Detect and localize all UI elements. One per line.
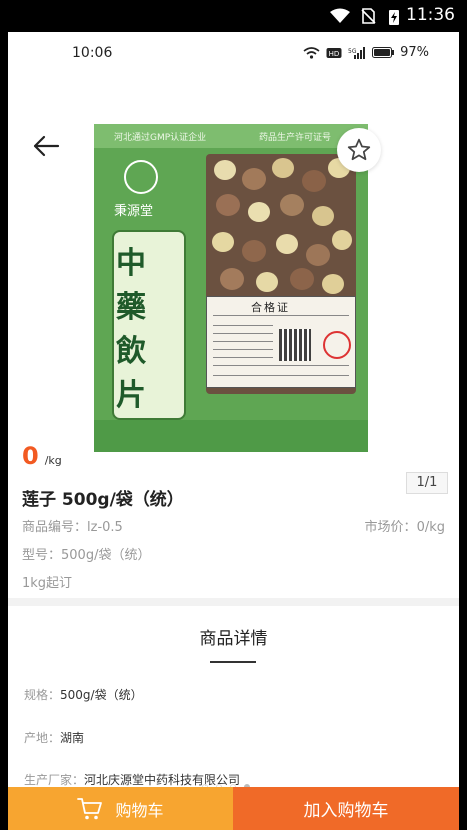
app-screen: 10:06 HD 5G 97% 河北通过GMP认证企业 药品生产许可证号 秉源堂…	[8, 32, 459, 830]
product-code-label: 商品编号：	[22, 520, 88, 535]
signal-icon: 5G	[348, 46, 366, 59]
package-bottom-strip	[94, 420, 368, 452]
package-top-text-2: 药品生产许可证号	[259, 133, 332, 143]
qualification-certificate: 合格证	[206, 296, 356, 388]
captured-status-bar: 10:06 HD 5G 97%	[8, 32, 459, 74]
spec-value: 湖南	[60, 731, 85, 745]
minimum-order: 1kg起订	[22, 576, 73, 591]
hd-icon: HD	[326, 47, 342, 58]
wifi-icon	[330, 8, 350, 23]
back-arrow-icon[interactable]	[28, 128, 64, 164]
product-image-carousel[interactable]: 河北通过GMP认证企业 药品生产许可证号 秉源堂 中 藥 飲 片 合格证 1/1	[8, 74, 459, 494]
wifi-icon	[303, 46, 320, 59]
system-time: 11:36	[406, 5, 455, 25]
cart-icon	[77, 797, 103, 819]
red-seal	[323, 331, 351, 359]
product-code-value: lz-0.5	[87, 520, 123, 535]
details-heading-underline	[210, 661, 256, 663]
product-code: 商品编号：lz-0.5	[22, 516, 123, 535]
spec-key: 规格：	[24, 688, 61, 702]
svg-text:5G: 5G	[348, 48, 357, 55]
system-status-bar: 11:36	[0, 0, 467, 32]
no-sim-icon	[361, 8, 376, 24]
model-label: 型号：	[22, 548, 62, 563]
section-divider	[8, 598, 459, 606]
package-char: 片	[116, 378, 146, 413]
product-model: 型号：500g/袋（统）	[22, 544, 150, 563]
details-heading: 商品详情	[199, 629, 268, 649]
image-counter: 1/1	[406, 472, 448, 494]
star-icon	[347, 138, 371, 161]
market-price-value: 0/kg	[416, 520, 445, 535]
qr-code	[279, 329, 311, 361]
price-value: 0	[22, 442, 39, 470]
package-char: 藥	[116, 290, 146, 325]
battery-icon	[372, 47, 395, 58]
bottom-action-bar: 购物车 加入购物车	[8, 787, 459, 830]
battery-charging-icon	[389, 10, 399, 25]
battery-percent: 97%	[400, 45, 429, 60]
package-char: 中	[116, 246, 146, 281]
add-to-cart-button[interactable]: 加入购物车	[233, 787, 459, 830]
svg-text:HD: HD	[329, 50, 340, 58]
captured-time: 10:06	[72, 45, 113, 61]
spec-row-size: 规格：500g/袋（统）	[24, 686, 143, 703]
price-row: 0/kg	[22, 442, 62, 470]
package-brand: 秉源堂	[114, 204, 154, 219]
spec-row-origin: 产地：湖南	[24, 729, 84, 746]
cart-button-label: 购物车	[115, 800, 164, 820]
package-char: 飲	[116, 334, 146, 369]
spec-value: 500g/袋（统）	[60, 688, 143, 702]
spec-key: 生产厂家：	[24, 773, 85, 787]
spec-key: 产地：	[24, 731, 61, 745]
model-value: 500g/袋（统）	[61, 548, 151, 563]
price-unit: /kg	[44, 454, 62, 467]
package-logo	[124, 160, 158, 194]
market-price-label: 市场价：	[364, 520, 417, 535]
product-photo: 河北通过GMP认证企业 药品生产许可证号 秉源堂 中 藥 飲 片 合格证	[94, 124, 368, 452]
package-top-text: 河北通过GMP认证企业	[114, 133, 207, 143]
product-title: 莲子 500g/袋（统）	[22, 490, 184, 510]
market-price: 市场价：0/kg	[365, 516, 445, 535]
favorite-button[interactable]	[337, 128, 381, 172]
cart-button[interactable]: 购物车	[8, 787, 233, 830]
certificate-title: 合格证	[251, 301, 290, 314]
